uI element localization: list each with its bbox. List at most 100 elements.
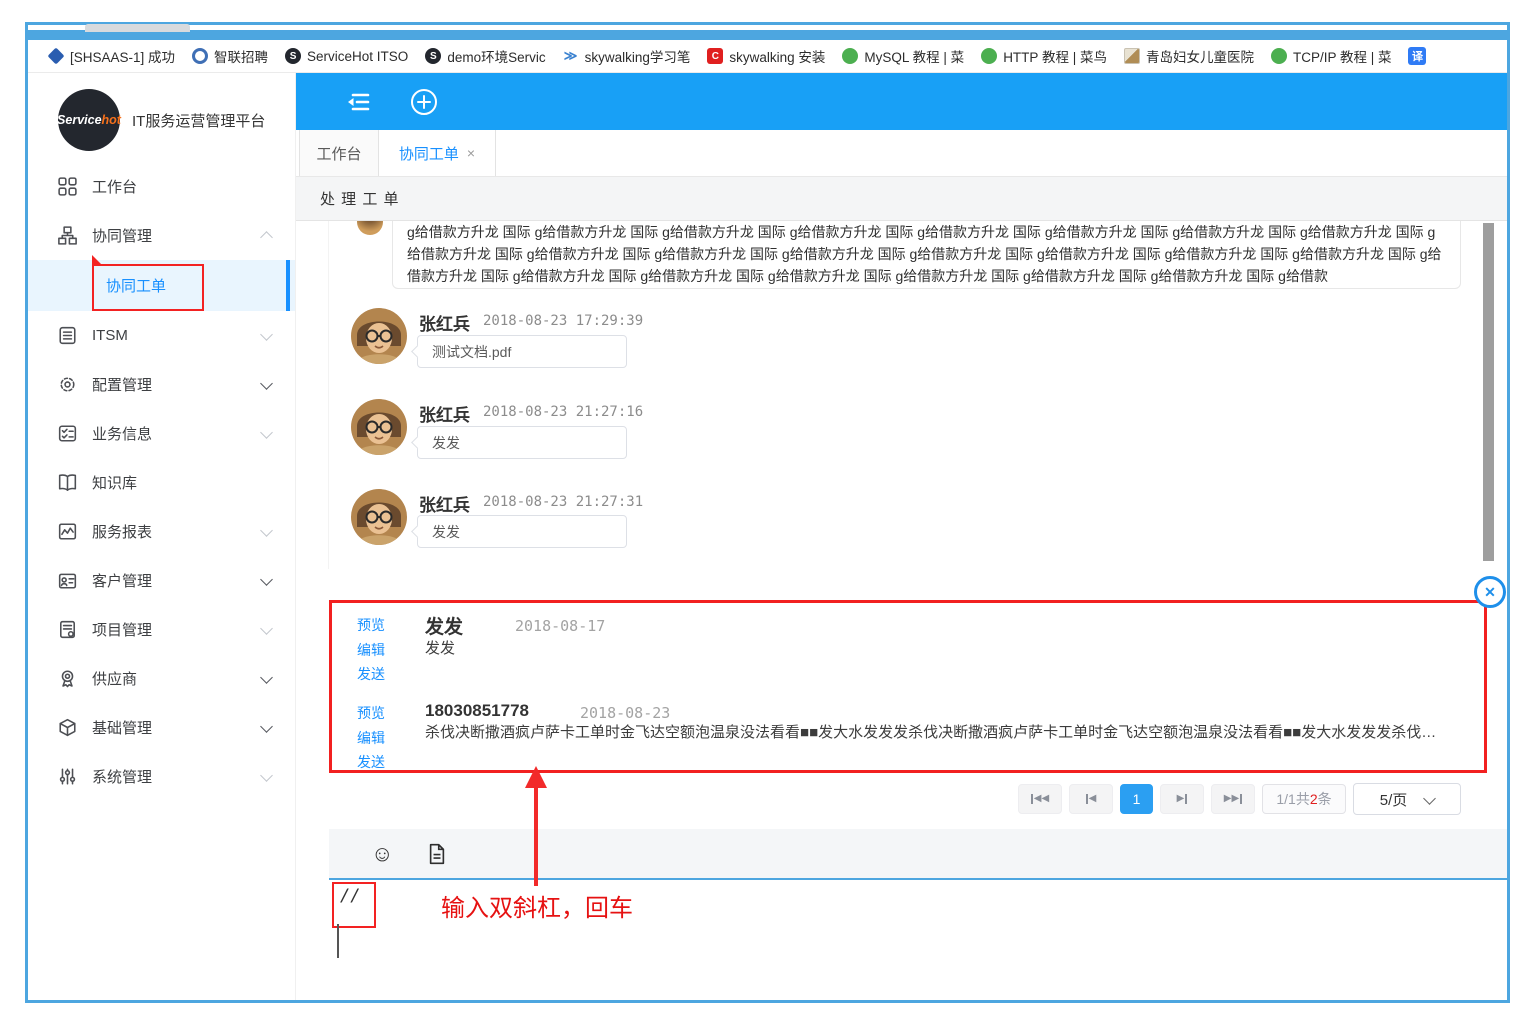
last-page-icon: ▶▶ [1224,794,1239,804]
bookmark-skywalking-install[interactable]: Cskywalking 安装 [707,46,825,66]
chevron-down-icon [1423,792,1436,805]
browser-frame: [SHSAAS-1] 成功 智联招聘 SServiceHot ITSO Sdem… [25,22,1510,1003]
sidebar-item-knowledge[interactable]: 知识库 [28,458,295,507]
tab-label: 协同工单 [399,143,459,164]
bookmark-demo[interactable]: Sdemo环境Servic [425,46,545,66]
chat-scrollbar[interactable] [1483,223,1494,561]
sidebar-menu: 工作台 协同管理 协同工单 ITSM [28,162,295,801]
avatar [357,221,383,235]
bookmark-hospital[interactable]: 青岛妇女儿童医院 [1124,46,1254,66]
sidebar-item-suppliers[interactable]: 供应商 [28,654,295,703]
bookmark-mysql[interactable]: MySQL 教程 | 菜 [842,46,964,66]
draft-body: 发发 [425,637,455,658]
attach-file-button[interactable] [427,843,447,865]
project-icon [58,620,77,639]
bookmark-servicehot[interactable]: SServiceHot ITSO [285,48,408,64]
first-page-button[interactable]: ◀◀ [1018,784,1062,814]
sidebar-item-projects[interactable]: 项目管理 [28,605,295,654]
message-author: 张红兵 [419,491,470,516]
jira-icon [48,48,65,65]
bookmark-label: skywalking学习笔 [585,46,691,66]
sidebar-item-config[interactable]: 配置管理 [28,360,295,409]
bookmark-label: HTTP 教程 | 菜鸟 [1003,46,1107,66]
sidebar-item-workbench[interactable]: 工作台 [28,162,295,211]
message-author: 张红兵 [419,401,470,426]
avatar [351,399,407,455]
current-page-button[interactable]: 1 [1120,784,1153,814]
message-author: 张红兵 [419,310,470,335]
draft-body: 杀伐决断撒酒疯卢萨卡工单时金飞达空额泡温泉没法看看■■发大水发发发杀伐决断撒酒疯… [425,721,1436,742]
panel-close-button[interactable]: ✕ [1474,576,1506,608]
message-bubble: 测试文档.pdf [417,335,627,368]
page-size-select[interactable]: 5/页 [1353,783,1461,815]
prev-page-button[interactable]: ◀ [1069,784,1113,814]
red-annotation-flag [92,255,103,266]
sidebar-item-label: 服务报表 [92,521,152,542]
sidebar-item-label: ITSM [92,327,128,344]
next-page-button[interactable]: ▶ [1160,784,1204,814]
draft-title: 发发 [425,612,463,639]
sidebar: Servicehot IT服务运营管理平台 工作台 协同管理 协同工单 [28,73,296,1000]
composer-input[interactable]: // 输入双斜杠，回车 [329,880,1507,1000]
bookmark-label: 青岛妇女儿童医院 [1146,46,1254,66]
sidebar-item-label: 协同管理 [92,225,152,246]
sidebar-item-label: 项目管理 [92,619,152,640]
page-size-value: 5/页 [1380,789,1408,810]
sidebar-item-itsm[interactable]: ITSM [28,311,295,360]
bookmark-tcpip[interactable]: TCP/IP 教程 | 菜 [1271,46,1392,66]
send-link[interactable]: 发送 [357,664,385,684]
chat-history: g给借款方升龙 国际 g给借款方升龙 国际 g给借款方升龙 国际 g给借款方升龙… [296,221,1507,569]
sidebar-item-system-mgmt[interactable]: 系统管理 [28,752,295,801]
pagination-info-text: 1/1共 [1276,789,1309,809]
active-indicator [286,260,290,311]
preview-link[interactable]: 预览 [357,703,385,723]
bookmark-zhilian[interactable]: 智联招聘 [192,46,268,66]
next-page-icon [1185,794,1187,804]
emoji-button[interactable]: ☺ [371,841,393,867]
draft-title: 18030851778 [425,701,529,721]
runoob-icon [842,48,858,64]
content-area: g给借款方升龙 国际 g给借款方升龙 国际 g给借款方升龙 国际 g给借款方升龙… [296,221,1507,1000]
close-icon[interactable]: × [467,145,475,161]
tab-collab-ticket[interactable]: 协同工单 × [379,130,496,176]
app-title: IT服务运营管理平台 [132,110,265,131]
collapse-sidebar-button[interactable] [344,91,372,113]
add-button[interactable] [410,88,438,116]
translate-extension[interactable]: 译 [1408,47,1426,65]
sidebar-item-business-info[interactable]: 业务信息 [28,409,295,458]
page-number: 1 [1133,791,1141,807]
screenshot-page: [SHSAAS-1] 成功 智联招聘 SServiceHot ITSO Sdem… [0,0,1535,1029]
main-area: 工作台 协同工单× 处 理 工 单 g给借款方升龙 国际 g给借款方升龙 国际 … [296,73,1507,1000]
bookmark-http[interactable]: HTTP 教程 | 菜鸟 [981,46,1107,66]
sidebar-item-customers[interactable]: 客户管理 [28,556,295,605]
send-link[interactable]: 发送 [357,752,385,772]
chevron-down-icon [260,671,273,684]
sidebar-item-label: 系统管理 [92,766,152,787]
sidebar-item-collab-ticket[interactable]: 协同工单 [28,260,295,311]
chevron-down-icon [260,573,273,586]
sidebar-item-basic-mgmt[interactable]: 基础管理 [28,703,295,752]
last-page-button[interactable]: ▶▶ [1211,784,1255,814]
first-page-icon [1031,794,1033,804]
bookmark-jira[interactable]: [SHSAAS-1] 成功 [48,46,175,66]
sidebar-item-label: 客户管理 [92,570,152,591]
sidebar-item-collab-mgmt[interactable]: 协同管理 [28,211,295,260]
notebook-icon [58,326,77,345]
preview-link[interactable]: 预览 [357,615,385,635]
cube-icon [58,718,77,737]
composer-toolbar: ☺ [329,829,1507,878]
logo-text: Service [57,113,101,127]
sliders-icon [58,767,77,786]
bookmark-skywalking-learn[interactable]: ≫skywalking学习笔 [563,46,691,66]
tab-workbench[interactable]: 工作台 [299,130,379,176]
sidebar-item-reports[interactable]: 服务报表 [28,507,295,556]
tab-bar: 工作台 协同工单 × [296,130,1507,177]
red-arrow-annotation [525,766,547,788]
red-annotation-box [92,264,204,311]
message-time: 2018-08-23 21:27:31 [483,494,643,510]
pagination-info-text: 条 [1318,789,1332,809]
edit-link[interactable]: 编辑 [357,728,385,748]
edit-link[interactable]: 编辑 [357,640,385,660]
message-bubble: 发发 [417,426,627,459]
bookmark-label: [SHSAAS-1] 成功 [70,46,175,66]
